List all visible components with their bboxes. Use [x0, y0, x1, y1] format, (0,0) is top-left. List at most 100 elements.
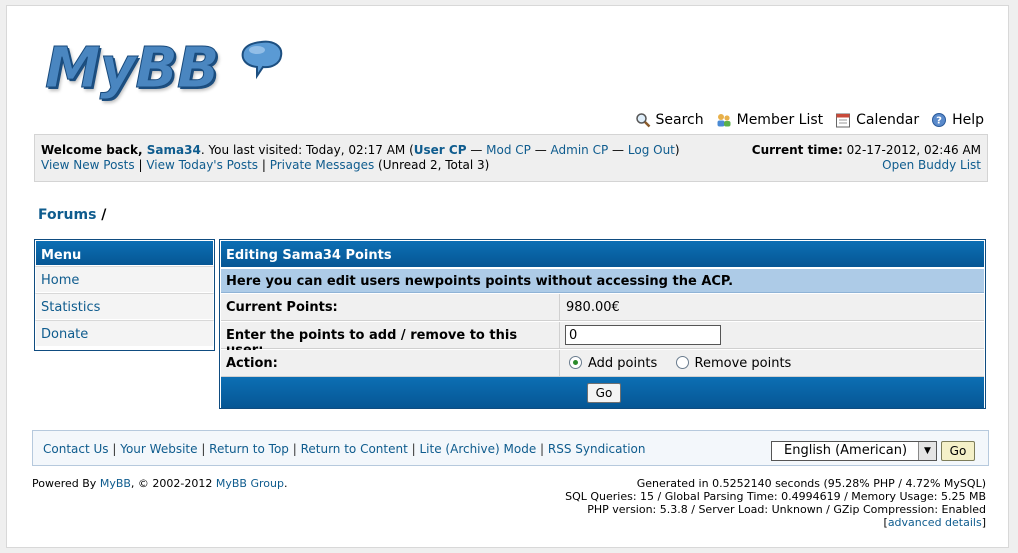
welcome-prefix: Welcome back,	[41, 143, 147, 157]
stats-line-generated: Generated in 0.5252140 seconds (95.28% P…	[636, 477, 986, 490]
magnifier-icon	[635, 113, 650, 128]
breadcrumb: Forums /	[38, 207, 106, 223]
edit-points-table: Editing Sama34 Points Here you can edit …	[219, 239, 986, 409]
mybb-link[interactable]: MyBB	[100, 477, 131, 490]
nav-calendar[interactable]: Calendar	[835, 112, 919, 128]
view-todays-posts-link[interactable]: View Today's Posts	[146, 158, 258, 172]
nav-help[interactable]: ? Help	[931, 112, 984, 128]
help-icon: ?	[932, 113, 947, 127]
debug-stats: Generated in 0.5252140 seconds (95.28% P…	[565, 477, 986, 529]
go-button[interactable]: Go	[587, 383, 621, 403]
table-title: Editing Sama34 Points	[221, 241, 984, 267]
mod-cp-link[interactable]: Mod CP	[486, 143, 531, 157]
calendar-icon	[836, 113, 851, 128]
admin-cp-link[interactable]: Admin CP	[551, 143, 609, 157]
action-options: Add points Remove points	[561, 350, 984, 376]
logo-text: MyBB	[45, 36, 221, 102]
username-link[interactable]: Sama34	[147, 143, 201, 157]
logout-link[interactable]: Log Out	[628, 143, 675, 157]
dropdown-arrow-icon[interactable]: ▼	[918, 442, 936, 460]
top-navigation: Search Member List Calendar ? Help	[635, 112, 984, 128]
rss-syndication-link[interactable]: RSS Syndication	[548, 442, 646, 456]
language-select[interactable]: English (American) ▼	[771, 441, 937, 461]
footer-bar: Contact Us | Your Website | Return to To…	[32, 430, 989, 466]
table-footer: Go	[221, 377, 984, 408]
pipe: |	[258, 158, 270, 172]
action-label: Action:	[221, 350, 560, 376]
lite-mode-link[interactable]: Lite (Archive) Mode	[420, 442, 537, 456]
open-buddy-list-link[interactable]: Open Buddy List	[882, 158, 981, 172]
pm-counts: (Unread 2, Total 3)	[374, 158, 490, 172]
current-points-value: 980.00€	[566, 300, 620, 315]
separator: —	[530, 143, 551, 157]
breadcrumb-slash: /	[96, 207, 107, 223]
user-cp-link[interactable]: User CP	[414, 143, 467, 157]
return-to-top-link[interactable]: Return to Top	[209, 442, 289, 456]
menu-item-statistics[interactable]: Statistics	[35, 293, 214, 320]
pipe: |	[407, 442, 420, 456]
add-points-radio[interactable]	[569, 356, 582, 369]
nav-search[interactable]: Search	[635, 112, 704, 128]
your-website-link[interactable]: Your Website	[120, 442, 197, 456]
stats-line-php: PHP version: 5.3.8 / Server Load: Unknow…	[587, 503, 986, 516]
welcome-right: Current time: 02-17-2012, 02:46 AM Open …	[752, 143, 981, 173]
current-time-label: Current time:	[751, 143, 843, 157]
powered-by: Powered By MyBB, © 2002-2012 MyBB Group.	[32, 477, 287, 490]
enter-points-label: Enter the points to add / remove to this…	[221, 322, 560, 358]
menu-title: Menu	[35, 240, 214, 266]
action-row: Action: Add points Remove points	[221, 350, 984, 377]
menu-item-label[interactable]: Donate	[41, 327, 88, 342]
add-points-label[interactable]: Add points	[588, 356, 657, 371]
current-points-label: Current Points:	[221, 294, 560, 320]
current-points-row: Current Points: 980.00€	[221, 294, 984, 321]
table-description: Here you can edit users newpoints points…	[221, 269, 984, 293]
side-menu: Menu Home Statistics Donate	[34, 239, 215, 351]
bracket: ]	[981, 516, 986, 529]
svg-text:?: ?	[936, 116, 942, 127]
mybb-logo[interactable]: MyBB	[41, 36, 291, 111]
menu-item-label[interactable]: Statistics	[41, 300, 100, 315]
powered-prefix: Powered By	[32, 477, 100, 490]
points-input[interactable]	[565, 325, 721, 345]
enter-points-row: Enter the points to add / remove to this…	[221, 322, 984, 358]
close-paren: )	[674, 143, 680, 157]
nav-calendar-label: Calendar	[856, 112, 920, 128]
view-new-posts-link[interactable]: View New Posts	[41, 158, 135, 172]
private-messages-link[interactable]: Private Messages	[270, 158, 375, 172]
logo-bubble-icon	[241, 40, 283, 80]
members-icon	[717, 114, 731, 127]
separator: —	[466, 143, 487, 157]
separator: —	[608, 143, 628, 157]
menu-item-donate[interactable]: Donate	[35, 320, 214, 347]
breadcrumb-forums-link[interactable]: Forums	[38, 207, 96, 223]
menu-item-label[interactable]: Home	[41, 273, 79, 288]
nav-search-label: Search	[655, 112, 704, 128]
nav-member-list[interactable]: Member List	[716, 112, 824, 128]
pipe: |	[536, 442, 548, 456]
return-to-content-link[interactable]: Return to Content	[301, 442, 408, 456]
pipe: |	[197, 442, 210, 456]
copyright-text: , © 2002-2012	[130, 477, 216, 490]
nav-member-list-label: Member List	[736, 112, 824, 128]
stats-line-sql: SQL Queries: 15 / Global Parsing Time: 0…	[565, 490, 986, 503]
remove-points-radio[interactable]	[675, 356, 689, 369]
enter-points-cell	[561, 322, 984, 348]
menu-item-home[interactable]: Home	[35, 266, 214, 293]
pipe: |	[108, 442, 121, 456]
advanced-details-link[interactable]: advanced details	[888, 516, 982, 529]
last-visit-text: . You last visited: Today, 02:17 AM (	[200, 143, 414, 157]
pipe: |	[288, 442, 301, 456]
contact-us-link[interactable]: Contact Us	[43, 442, 109, 456]
current-time-value: 02-17-2012, 02:46 AM	[842, 143, 981, 157]
period: .	[283, 477, 288, 490]
welcome-left: Welcome back, Sama34. You last visited: …	[41, 143, 680, 173]
pipe: |	[134, 158, 147, 172]
mybb-group-link[interactable]: MyBB Group	[216, 477, 284, 490]
footer-links: Contact Us | Your Website | Return to To…	[43, 442, 645, 456]
nav-help-label: Help	[952, 112, 984, 128]
page-container: MyBB Search Member List Calendar ? Help …	[6, 5, 1009, 548]
remove-points-label[interactable]: Remove points	[695, 356, 792, 371]
language-go-button[interactable]: Go	[941, 441, 975, 461]
language-select-value: English (American)	[784, 443, 908, 458]
welcome-panel: Welcome back, Sama34. You last visited: …	[34, 134, 988, 182]
